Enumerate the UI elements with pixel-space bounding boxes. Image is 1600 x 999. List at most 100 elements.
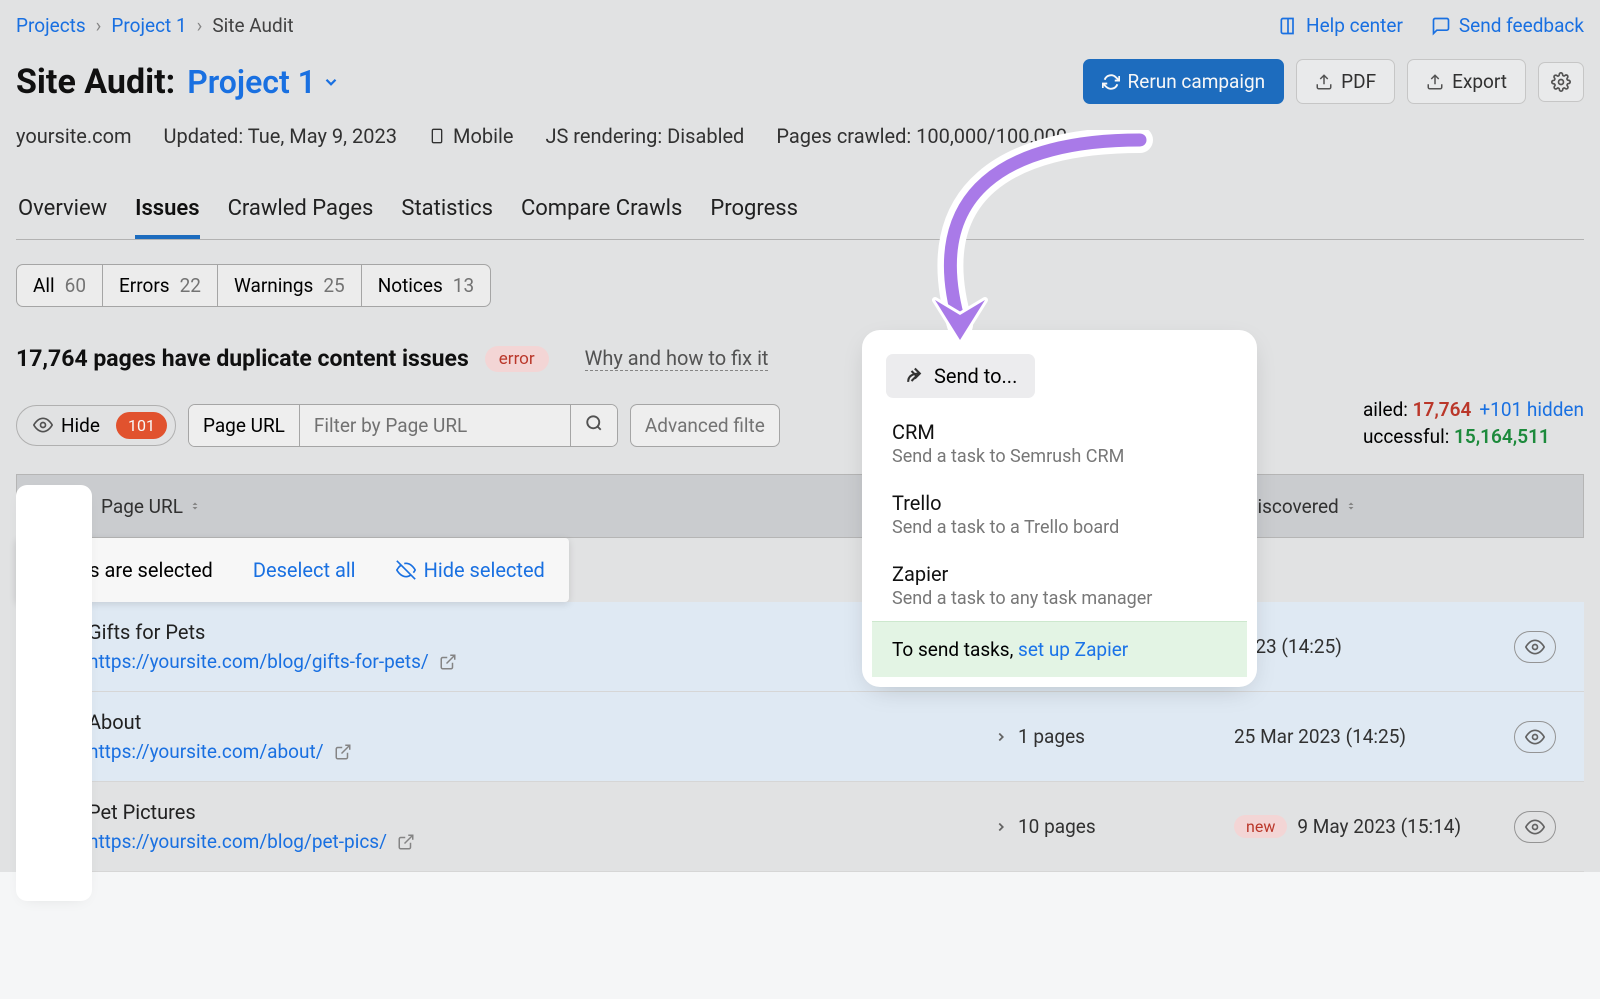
tab-crawled-pages[interactable]: Crawled Pages bbox=[228, 196, 374, 239]
tab-issues[interactable]: Issues bbox=[135, 196, 199, 239]
upload-icon bbox=[1315, 73, 1333, 91]
rerun-campaign-button[interactable]: Rerun campaign bbox=[1083, 59, 1285, 104]
advanced-filters-input[interactable]: Advanced filte bbox=[630, 404, 780, 447]
tab-overview[interactable]: Overview bbox=[18, 196, 107, 239]
search-icon bbox=[585, 414, 603, 432]
filter-errors[interactable]: Errors22 bbox=[103, 265, 218, 306]
page-title-cell: About bbox=[88, 710, 994, 734]
send-to-button[interactable]: Send to... bbox=[886, 354, 1035, 398]
row-hide-button[interactable] bbox=[1514, 721, 1556, 753]
breadcrumb-row: Projects › Project 1 › Site Audit Help c… bbox=[16, 14, 1584, 37]
hide-count-badge: 101 bbox=[116, 412, 167, 439]
tab-progress[interactable]: Progress bbox=[710, 196, 798, 239]
page-url-link[interactable]: https://yoursite.com/about/ bbox=[88, 740, 324, 763]
page-title: Site Audit: bbox=[16, 62, 175, 102]
table-row: About https://yoursite.com/about/ 1 page… bbox=[16, 692, 1584, 782]
tab-statistics[interactable]: Statistics bbox=[401, 196, 493, 239]
send-feedback-link[interactable]: Send feedback bbox=[1431, 14, 1584, 37]
external-link-icon[interactable] bbox=[397, 833, 415, 851]
send-to-menu-item[interactable]: ZapierSend a task to any task manager bbox=[872, 550, 1247, 621]
hide-label: Hide bbox=[61, 414, 100, 437]
export-button[interactable]: Export bbox=[1407, 59, 1526, 104]
page-url-link[interactable]: https://yoursite.com/blog/gifts-for-pets… bbox=[88, 650, 429, 673]
project-selector[interactable]: Project 1 bbox=[187, 63, 340, 101]
filter-all[interactable]: All60 bbox=[17, 265, 103, 306]
help-center-label: Help center bbox=[1306, 14, 1403, 37]
meta-row: yoursite.com Updated: Tue, May 9, 2023 M… bbox=[16, 124, 1584, 148]
table-row: Pet Pictures https://yoursite.com/blog/p… bbox=[16, 782, 1584, 872]
discovered-cell: new 9 May 2023 (15:14) bbox=[1234, 815, 1514, 838]
device-label: Mobile bbox=[429, 124, 513, 148]
error-badge: error bbox=[485, 346, 549, 372]
similar-pages-cell[interactable]: 1 pages bbox=[994, 725, 1234, 748]
severity-filter: All60 Errors22 Warnings25 Notices13 bbox=[16, 264, 491, 307]
external-link-icon[interactable] bbox=[439, 653, 457, 671]
send-to-label: Send to... bbox=[934, 364, 1017, 388]
new-badge: new bbox=[1234, 815, 1287, 838]
page-url-link[interactable]: https://yoursite.com/blog/pet-pics/ bbox=[88, 830, 387, 853]
table-row: Gifts for Pets https://yoursite.com/blog… bbox=[16, 602, 1584, 692]
page-title-cell: Gifts for Pets bbox=[88, 620, 994, 644]
pages-crawled-label: Pages crawled: 100,000/100,000 bbox=[776, 124, 1067, 148]
send-to-popover: Send to... CRMSend a task to Semrush CRM… bbox=[872, 340, 1247, 677]
chevron-right-icon: › bbox=[197, 14, 203, 37]
eye-icon bbox=[33, 415, 53, 435]
filter-notices[interactable]: Notices13 bbox=[362, 265, 490, 306]
sort-icon bbox=[1345, 499, 1357, 513]
settings-button[interactable] bbox=[1538, 62, 1584, 102]
filter-warnings[interactable]: Warnings25 bbox=[218, 265, 362, 306]
page-title-cell: Pet Pictures bbox=[88, 800, 994, 824]
breadcrumb-projects[interactable]: Projects bbox=[16, 14, 86, 37]
share-arrow-icon bbox=[904, 366, 924, 386]
issue-heading: 17,764 pages have duplicate content issu… bbox=[16, 345, 469, 372]
sort-icon bbox=[189, 499, 201, 513]
search-button[interactable] bbox=[570, 405, 617, 446]
total-checks: ailed: 17,764+101 hidden uccessful: 15,1… bbox=[1363, 398, 1584, 452]
tab-compare-crawls[interactable]: Compare Crawls bbox=[521, 196, 682, 239]
tabs: Overview Issues Crawled Pages Statistics… bbox=[16, 196, 1584, 240]
checkbox-column-highlight bbox=[24, 493, 84, 893]
chevron-right-icon: › bbox=[96, 14, 102, 37]
mobile-icon bbox=[429, 125, 445, 147]
row-hide-button[interactable] bbox=[1514, 811, 1556, 843]
chat-icon bbox=[1431, 16, 1451, 36]
help-center-link[interactable]: Help center bbox=[1278, 14, 1403, 37]
send-to-footer: To send tasks, set up Zapier bbox=[872, 621, 1247, 677]
row-hide-button[interactable] bbox=[1514, 631, 1556, 663]
similar-pages-cell[interactable]: 10 pages bbox=[994, 815, 1234, 838]
gear-icon bbox=[1551, 72, 1571, 92]
how-to-fix-link[interactable]: Why and how to fix it bbox=[585, 346, 769, 371]
rerun-label: Rerun campaign bbox=[1128, 70, 1266, 93]
updated-label: Updated: Tue, May 9, 2023 bbox=[164, 124, 397, 148]
discovered-cell: 25 Mar 2023 (14:25) bbox=[1234, 725, 1514, 748]
breadcrumb-project[interactable]: Project 1 bbox=[111, 14, 186, 37]
setup-zapier-link[interactable]: set up Zapier bbox=[1018, 638, 1128, 661]
table-header: Page URL Discovered bbox=[16, 474, 1584, 538]
external-link-icon[interactable] bbox=[334, 743, 352, 761]
selection-bar: 2 rows are selected Deselect all Hide se… bbox=[16, 538, 569, 602]
book-icon bbox=[1278, 16, 1298, 36]
hide-selected-button[interactable]: Hide selected bbox=[396, 558, 545, 582]
discovered-cell: 2023 (14:25) bbox=[1234, 635, 1514, 658]
export-label: Export bbox=[1452, 70, 1507, 93]
pdf-button[interactable]: PDF bbox=[1296, 59, 1395, 104]
column-page-url[interactable]: Page URL bbox=[89, 475, 993, 537]
column-discovered[interactable]: Discovered bbox=[1233, 475, 1513, 537]
upload-icon bbox=[1426, 73, 1444, 91]
hide-button[interactable]: Hide 101 bbox=[16, 405, 176, 446]
hidden-count-link[interactable]: +101 hidden bbox=[1479, 398, 1584, 421]
deselect-all-button[interactable]: Deselect all bbox=[253, 558, 356, 582]
breadcrumb-current: Site Audit bbox=[212, 14, 293, 37]
eye-off-icon bbox=[396, 560, 416, 580]
refresh-icon bbox=[1102, 73, 1120, 91]
url-filter: Page URL bbox=[188, 404, 618, 447]
send-feedback-label: Send feedback bbox=[1459, 14, 1584, 37]
send-to-menu-item[interactable]: TrelloSend a task to a Trello board bbox=[872, 479, 1247, 550]
url-filter-input[interactable] bbox=[300, 405, 570, 446]
domain-label: yoursite.com bbox=[16, 124, 132, 148]
chevron-down-icon bbox=[322, 73, 340, 91]
chevron-right-icon bbox=[994, 730, 1008, 744]
url-filter-label[interactable]: Page URL bbox=[189, 405, 300, 446]
pdf-label: PDF bbox=[1341, 70, 1376, 93]
send-to-menu-item[interactable]: CRMSend a task to Semrush CRM bbox=[872, 408, 1247, 479]
